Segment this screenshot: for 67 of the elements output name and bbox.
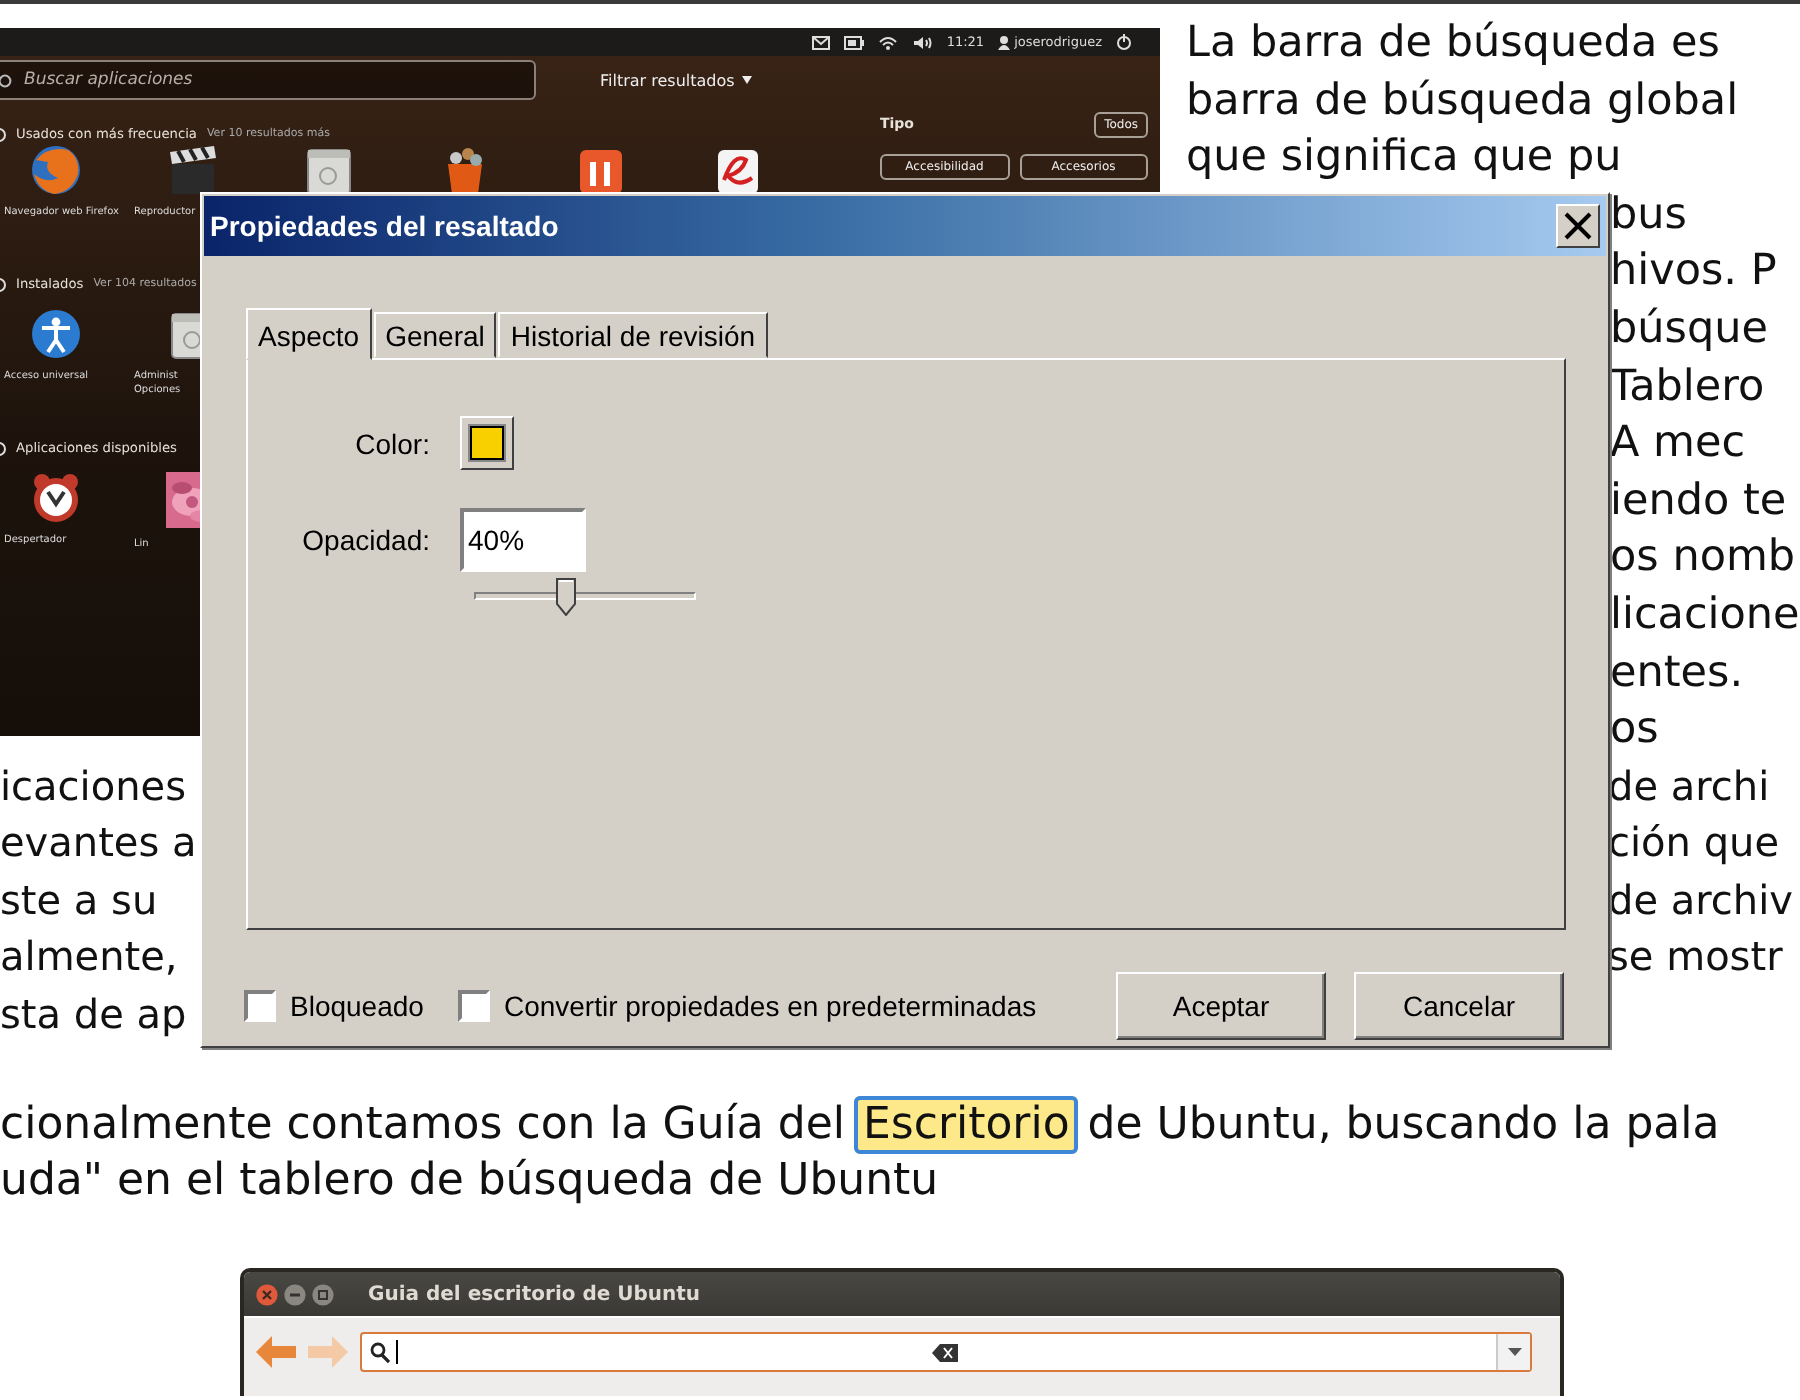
caret-icon [1507,1348,1521,1357]
tab[interactable]: Historial de revisión [498,312,768,358]
close-icon [1564,212,1592,240]
text-line: iendo te [1610,473,1787,530]
text-line: La barra de búsqueda es [1186,16,1720,72]
color-button[interactable] [460,416,514,470]
checkbox-label[interactable]: Bloqueado [290,990,424,1022]
text-line: cionalmente contamos con la Guía del Escritorio de Ubuntu, buscando la pala [0,1098,1720,1155]
opacity-slider[interactable] [474,578,696,616]
text-line: de archi [1608,759,1770,814]
text-line: licacione [1610,587,1800,644]
text-line: barra de búsqueda global [1186,73,1739,130]
tab[interactable]: General [373,312,497,358]
search-icon [0,73,12,87]
text-line: hivos. P [1610,244,1777,301]
text-line: se mostr [1608,930,1783,985]
text-line: almente, [0,930,178,985]
checkbox[interactable] [457,990,490,1022]
wifi-icon [878,35,899,49]
text-line: A mec [1610,416,1746,473]
text-line: ste a su [0,873,158,928]
window-icon [302,144,354,196]
minimize-icon [284,1283,306,1306]
dialog-title: Propiedades del resaltado [210,210,559,242]
power-icon [1116,34,1132,50]
search-field[interactable] [360,1332,1532,1373]
search-field[interactable]: Buscar aplicaciones [0,60,536,100]
text-line: evantes a [0,816,197,871]
volume-icon [912,35,933,49]
close-icon [256,1283,278,1306]
field-label: Color: [353,427,430,459]
text-line: os [1610,702,1659,759]
dialog-button[interactable]: Cancelar [1354,972,1564,1040]
dropdown-button[interactable] [1496,1334,1530,1371]
checkbox-label[interactable]: Convertir propiedades en predeterminadas [503,990,1037,1022]
text-line: icaciones [0,759,186,814]
search-icon [370,1341,390,1364]
text-line: ción que [1608,816,1779,871]
clapperboard-icon [166,144,218,196]
text-line: sta de ap [0,987,187,1042]
text-line: Tablero [1610,359,1765,416]
caret-icon [742,76,753,84]
text-line: de archiv [1608,873,1793,928]
highlight: Escritorio [854,1096,1078,1155]
checkbox[interactable] [244,990,276,1022]
filter-menu[interactable]: Filtrar resultados [600,71,753,89]
text-line: búsque [1610,301,1768,358]
text-line: entes. [1610,645,1744,702]
text-line: uda" en el tablero de búsqueda de Ubuntu [0,1154,939,1211]
alarm-clock-icon [30,472,82,524]
text-line: os nomb [1610,530,1796,587]
slider-thumb[interactable] [555,578,575,616]
tab[interactable]: Aspecto [246,308,372,360]
window-title: Guia del escritorio de Ubuntu [368,1283,701,1306]
text-line: que significa que pu [1186,130,1622,187]
globe-icon [30,144,82,196]
opacity-field[interactable]: 40% [460,508,586,572]
text-line: bus [1610,187,1687,244]
clear-icon [931,1343,957,1362]
dialog-button[interactable]: Aceptar [1116,972,1326,1040]
user-icon [998,35,1011,49]
maximize-icon [312,1283,334,1306]
field-label: Opacidad: [300,524,430,556]
close-button[interactable] [1556,204,1600,248]
accessibility-icon [30,308,82,360]
mail-icon [812,35,831,49]
battery-icon [844,35,865,49]
